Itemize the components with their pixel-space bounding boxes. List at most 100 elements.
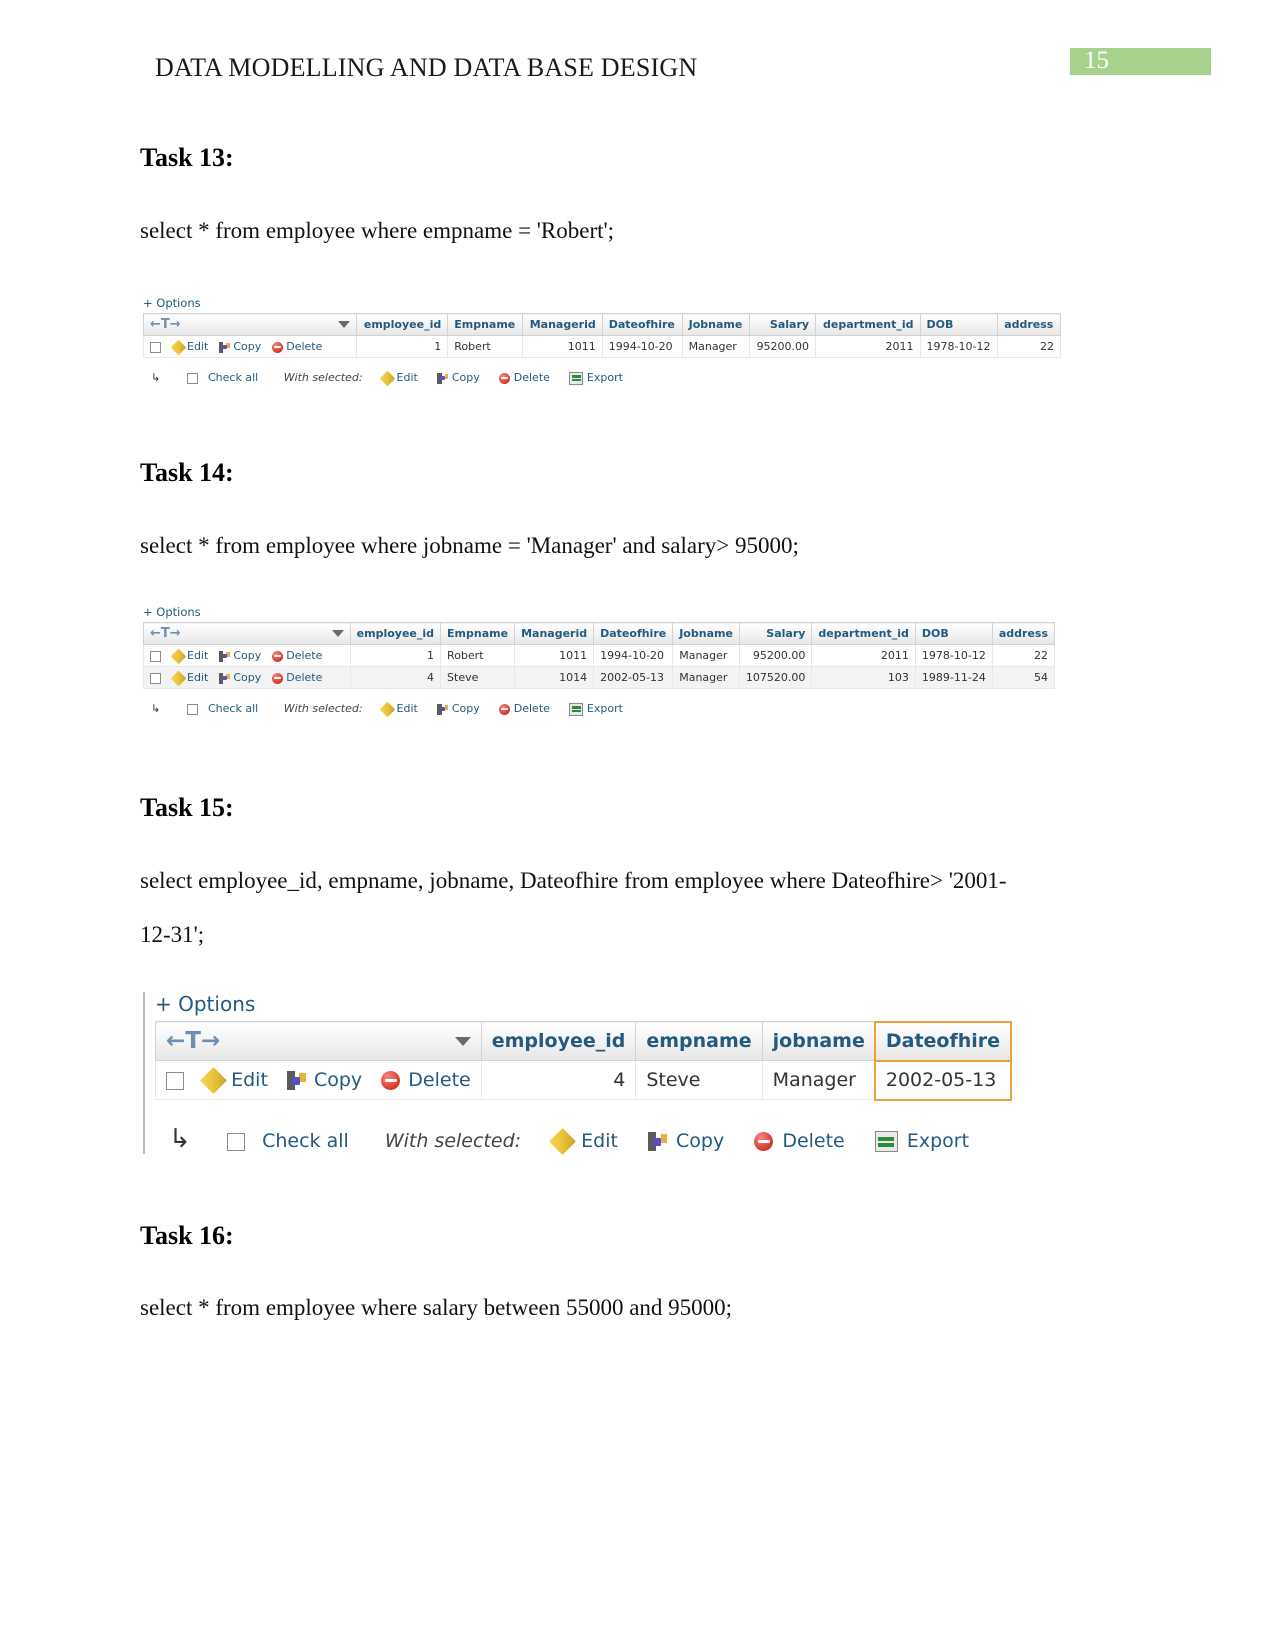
check-all-label[interactable]: Check all <box>262 1130 349 1152</box>
arrow-up-left-icon[interactable]: ↳ <box>151 702 169 715</box>
task-13-result-screenshot: + Options ←T→ employee_id Empname Manage… <box>143 296 1061 386</box>
copy-icon[interactable] <box>218 650 230 662</box>
col-dob[interactable]: DOB <box>919 313 999 336</box>
col-managerid[interactable]: Managerid <box>514 622 595 645</box>
col-empname[interactable]: Empname <box>440 622 516 645</box>
col-address[interactable]: address <box>997 313 1061 336</box>
delete-link[interactable]: Delete <box>286 340 322 353</box>
edit-link[interactable]: Edit <box>231 1069 268 1091</box>
pencil-icon[interactable] <box>200 1067 227 1094</box>
check-all-checkbox[interactable] <box>186 372 198 384</box>
check-all-checkbox[interactable] <box>186 703 198 715</box>
caret-down-icon[interactable] <box>454 1037 471 1046</box>
options-toggle-3[interactable]: + Options <box>155 992 963 1016</box>
table-row[interactable]: Edit Copy Delete 1 Robert 1011 1994-10-2… <box>143 335 1061 358</box>
delete-link[interactable]: Delete <box>782 1130 844 1152</box>
export-spreadsheet-icon[interactable] <box>569 371 584 385</box>
col-department_id[interactable]: department_id <box>815 313 921 336</box>
delete-circle-icon[interactable] <box>381 1071 401 1090</box>
col-jobname[interactable]: Jobname <box>672 622 740 645</box>
delete-circle-icon[interactable] <box>499 372 511 384</box>
row-checkbox[interactable] <box>150 672 161 684</box>
copy-icon[interactable] <box>437 372 449 384</box>
col-department_id[interactable]: department_id <box>811 622 916 645</box>
col-employee_id[interactable]: employee_id <box>355 313 449 336</box>
nav-arrows[interactable]: ←T→ <box>150 626 181 641</box>
col-dateofhire[interactable]: Dateofhire <box>593 622 674 645</box>
col-empname[interactable]: Empname <box>447 313 523 336</box>
copy-link[interactable]: Copy <box>314 1069 362 1091</box>
table-row[interactable]: Edit Copy Delete 4 Steve 1014 2002-05-13… <box>143 666 1056 689</box>
export-spreadsheet-icon[interactable] <box>569 702 584 716</box>
col-salary[interactable]: Salary <box>748 313 817 336</box>
delete-link[interactable]: Delete <box>514 371 550 384</box>
pencil-icon[interactable] <box>170 648 186 664</box>
copy-link[interactable]: Copy <box>233 649 261 662</box>
pencil-icon[interactable] <box>549 1128 577 1155</box>
arrow-up-left-icon[interactable]: ↳ <box>169 1124 203 1154</box>
copy-link[interactable]: Copy <box>452 371 480 384</box>
pencil-icon[interactable] <box>379 701 396 717</box>
row-checkbox[interactable] <box>150 650 161 662</box>
delete-circle-icon[interactable] <box>271 650 283 662</box>
copy-link[interactable]: Copy <box>233 671 261 684</box>
row-checkbox[interactable] <box>150 341 161 353</box>
copy-icon[interactable] <box>437 703 449 715</box>
export-spreadsheet-icon[interactable] <box>874 1131 898 1152</box>
check-all-checkbox[interactable] <box>227 1132 246 1151</box>
col-dateofhire[interactable]: Dateofhire <box>601 313 683 336</box>
col-managerid[interactable]: Managerid <box>521 313 603 336</box>
edit-link[interactable]: Edit <box>397 702 418 715</box>
copy-icon[interactable] <box>218 341 230 353</box>
delete-link[interactable]: Delete <box>514 702 550 715</box>
col-jobname[interactable]: Jobname <box>681 313 750 336</box>
col-empname[interactable]: empname <box>635 1021 763 1061</box>
col-address[interactable]: address <box>991 622 1056 645</box>
nav-arrows[interactable]: ←T→ <box>166 1028 220 1054</box>
table-header-row: ←T→ employee_id Empname Managerid Dateof… <box>143 622 1056 645</box>
row-actions: Edit Copy Delete <box>143 644 351 667</box>
options-toggle-2[interactable]: + Options <box>143 605 1055 619</box>
check-all-label[interactable]: Check all <box>208 371 258 384</box>
col-dateofhire-highlighted[interactable]: Dateofhire <box>874 1020 1012 1062</box>
copy-icon[interactable] <box>218 672 230 684</box>
pencil-icon[interactable] <box>170 339 186 355</box>
edit-link[interactable]: Edit <box>397 371 418 384</box>
col-salary[interactable]: Salary <box>738 622 813 645</box>
col-dob[interactable]: DOB <box>914 622 993 645</box>
delete-circle-icon[interactable] <box>271 341 283 353</box>
edit-link[interactable]: Edit <box>581 1130 618 1152</box>
delete-circle-icon[interactable] <box>499 703 511 715</box>
edit-link[interactable]: Edit <box>187 671 208 684</box>
cell-empname: Robert <box>447 335 523 358</box>
export-link[interactable]: Export <box>587 702 623 715</box>
copy-icon[interactable] <box>647 1132 667 1151</box>
delete-link[interactable]: Delete <box>286 649 322 662</box>
copy-icon[interactable] <box>286 1071 306 1090</box>
col-employee_id[interactable]: employee_id <box>349 622 442 645</box>
export-link[interactable]: Export <box>907 1130 969 1152</box>
edit-link[interactable]: Edit <box>187 340 208 353</box>
delete-circle-icon[interactable] <box>754 1132 774 1151</box>
delete-link[interactable]: Delete <box>286 671 322 684</box>
col-employee_id[interactable]: employee_id <box>480 1021 637 1061</box>
export-link[interactable]: Export <box>587 371 623 384</box>
delete-circle-icon[interactable] <box>271 672 283 684</box>
nav-arrows[interactable]: ←T→ <box>150 317 181 332</box>
copy-link[interactable]: Copy <box>233 340 261 353</box>
pencil-icon[interactable] <box>379 370 396 386</box>
table-row[interactable]: Edit Copy Delete 1 Robert 1011 1994-10-2… <box>143 644 1056 667</box>
delete-link[interactable]: Delete <box>408 1069 470 1091</box>
caret-down-icon[interactable] <box>331 630 344 637</box>
check-all-label[interactable]: Check all <box>208 702 258 715</box>
copy-link[interactable]: Copy <box>452 702 480 715</box>
col-jobname[interactable]: jobname <box>761 1021 876 1061</box>
caret-down-icon[interactable] <box>338 321 350 328</box>
options-toggle-1[interactable]: + Options <box>143 296 1061 310</box>
row-checkbox[interactable] <box>166 1071 184 1090</box>
copy-link[interactable]: Copy <box>676 1130 724 1152</box>
pencil-icon[interactable] <box>170 670 186 686</box>
table-row[interactable]: Edit Copy Delete 4 Steve Manager 2002-05… <box>155 1059 1012 1101</box>
arrow-up-left-icon[interactable]: ↳ <box>151 371 169 384</box>
edit-link[interactable]: Edit <box>187 649 208 662</box>
